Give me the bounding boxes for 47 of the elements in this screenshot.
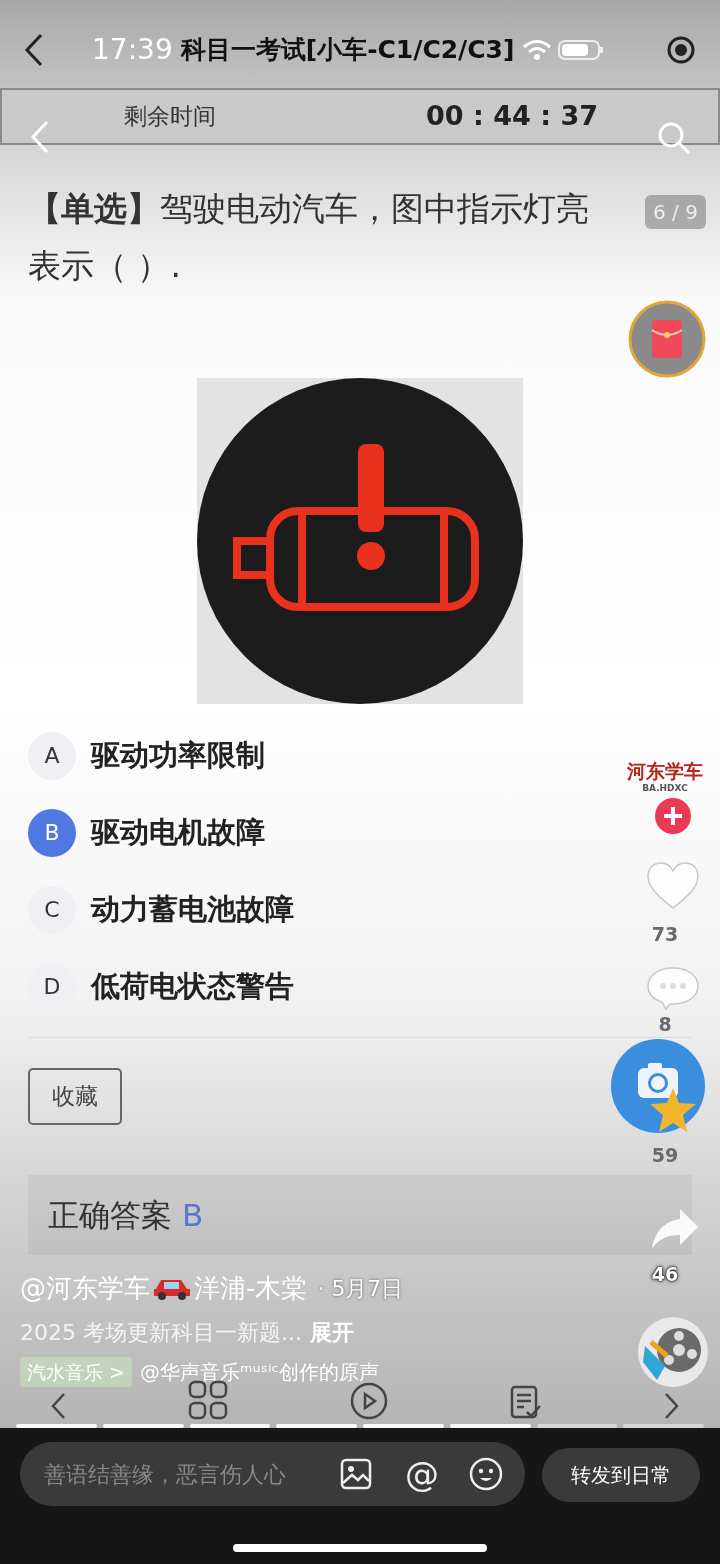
option-letter: D <box>28 962 76 1011</box>
emoji-icon[interactable] <box>469 1457 503 1491</box>
option-letter: A <box>28 731 76 780</box>
option-text: 驱动功率限制 <box>91 736 265 774</box>
favorite-count: 59 <box>650 1145 680 1165</box>
option-letter: C <box>28 885 76 934</box>
chevron-right-icon[interactable] <box>664 1392 680 1420</box>
battery-icon <box>558 39 605 61</box>
grid-icon[interactable] <box>188 1380 228 1420</box>
like-count: 73 <box>650 924 680 944</box>
answer-option[interactable]: A 驱动功率限制 <box>28 717 265 794</box>
timer-value: 00 : 44 : 37 <box>426 99 598 134</box>
page-counter: 6 / 9 <box>645 195 706 229</box>
back-icon[interactable] <box>24 33 44 67</box>
answer-value: B <box>182 1195 204 1235</box>
record-icon[interactable] <box>666 35 696 65</box>
page-title: 科目一考试[小车-C1/C2/C3] <box>180 34 515 67</box>
status-time: 17:39 <box>92 32 173 68</box>
option-text: 低荷电状态警告 <box>91 967 294 1005</box>
comment-count: 8 <box>657 1014 673 1034</box>
logo-text: 河东学车 <box>626 760 704 782</box>
play-icon[interactable] <box>350 1382 388 1420</box>
post-date: · 5月7日 <box>317 1274 404 1303</box>
music-disc-icon[interactable] <box>637 1316 709 1388</box>
checklist-icon[interactable] <box>510 1385 542 1419</box>
comment-field[interactable]: 善语结善缘，恶言伤人心 @ <box>20 1442 525 1506</box>
wifi-icon <box>522 39 553 61</box>
option-text: 驱动电机故障 <box>91 813 265 851</box>
share-count: 46 <box>650 1264 680 1284</box>
star-icon[interactable] <box>648 1086 698 1134</box>
follow-plus-icon[interactable] <box>654 797 692 835</box>
search-icon[interactable] <box>656 120 692 156</box>
mention-button[interactable]: @ <box>405 1457 439 1491</box>
chevron-left-icon[interactable] <box>50 1392 66 1420</box>
envelope-icon[interactable] <box>628 300 706 378</box>
timer-label: 剩余时间 <box>124 102 216 132</box>
logo-subtext: BA.HDXC <box>641 782 689 794</box>
answer-label: 正确答案 <box>48 1195 172 1235</box>
option-letter: B <box>28 808 76 857</box>
answer-option[interactable]: C 动力蓄电池故障 <box>28 871 294 948</box>
answer-option[interactable]: B 驱动电机故障 <box>28 794 265 871</box>
image-icon[interactable] <box>340 1458 372 1490</box>
favorite-button[interactable]: 收藏 <box>28 1068 122 1125</box>
question-text: 【单选】驾驶电动汽车，图中指示灯亮表示（ ）. <box>27 188 590 287</box>
option-text: 动力蓄电池故障 <box>91 890 294 928</box>
answer-option[interactable]: D 低荷电状态警告 <box>28 948 294 1025</box>
forward-button[interactable]: 转发到日常 <box>542 1448 700 1502</box>
